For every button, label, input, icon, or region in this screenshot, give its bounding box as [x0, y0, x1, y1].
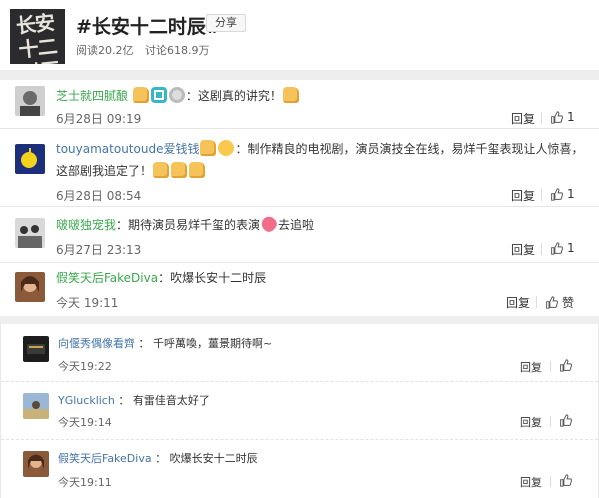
comment-list-primary: 芝士就四腻酿 ：这剧真的讲究！ 6月28日 09:19 回复 1 touyama…: [0, 80, 599, 316]
reply-button[interactable]: 回复: [511, 110, 535, 127]
comment-body: 吹爆长安十二时辰: [169, 452, 258, 465]
comment-text: 假笑天后FakeDiva：吹爆长安十二时辰: [56, 267, 266, 289]
topic-title[interactable]: #长安十二时辰#: [76, 12, 222, 39]
like-count: 1: [567, 187, 575, 201]
comment-text: 假笑天后FakeDiva ： 吹爆长安十二时辰: [58, 452, 258, 465]
like-button[interactable]: 1: [550, 241, 575, 255]
camera-emoji: [150, 87, 167, 103]
comment-username[interactable]: 啵啵独宠我: [56, 218, 116, 232]
comment-username[interactable]: touyamatoutoude爱钱钱: [56, 142, 199, 156]
avatar[interactable]: [15, 144, 45, 174]
comment-text: 啵啵独宠我：期待演员易烊千玺的表演 去追啦: [56, 213, 315, 236]
comment-item: 向偃秀偶像看齊 ： 千呼萬喚，薑景期待啊~ 今天19:22 回复: [1, 324, 598, 382]
comment-text: YGlucklich ： 有雷佳音太好了: [58, 394, 210, 407]
divider: [541, 189, 542, 201]
avatar[interactable]: [23, 336, 49, 362]
topic-header: 长安十二时辰 #长安十二时辰# 分享 阅读20.2亿 讨论618.9万: [0, 0, 599, 70]
like-button[interactable]: 1: [550, 187, 575, 201]
reply-button[interactable]: 回复: [511, 187, 535, 204]
comment-body-cont: 去追啦: [278, 218, 315, 232]
reply-button[interactable]: 回复: [520, 474, 542, 490]
avatar[interactable]: [15, 272, 45, 302]
ring-emoji: [168, 87, 185, 103]
comment-text: 向偃秀偶像看齊 ： 千呼萬喚，薑景期待啊~: [58, 337, 273, 350]
thumb-up-icon[interactable]: [559, 414, 572, 427]
comment-item: 啵啵独宠我：期待演员易烊千玺的表演 去追啦 6月27日 23:13 回复 1: [0, 208, 599, 263]
comment-body: 有雷佳音太好了: [132, 394, 210, 407]
comment-text: touyamatoutoude爱钱钱 ：制作精良的电视剧，演员演技全在线，易烊千玺…: [56, 138, 583, 182]
thumb-emoji: [132, 87, 149, 103]
thumb-emoji: [171, 162, 188, 178]
comment-item: 芝士就四腻酿 ：这剧真的讲究！ 6月28日 09:19 回复 1: [0, 80, 599, 129]
comment-time: 今天19:22: [58, 360, 112, 373]
comment-item: touyamatoutoude爱钱钱 ：制作精良的电视剧，演员演技全在线，易烊千玺…: [0, 130, 599, 207]
divider: [550, 476, 551, 487]
thumb-emoji: [189, 162, 206, 178]
comment-time: 今天 19:11: [56, 296, 119, 310]
like-button[interactable]: 赞: [545, 294, 574, 311]
divider: [541, 112, 542, 124]
thumb-emoji: [200, 140, 217, 156]
topic-stats: 阅读20.2亿 讨论618.9万: [76, 42, 210, 58]
comment-username[interactable]: 假笑天后FakeDiva: [58, 452, 152, 465]
thumb-emoji: [282, 87, 299, 103]
sunglasses-emoji: [218, 140, 235, 156]
thumb-up-icon: [551, 110, 563, 124]
discussion-count: 讨论618.9万: [145, 44, 210, 57]
avatar[interactable]: [23, 393, 49, 419]
reply-button[interactable]: 回复: [511, 241, 535, 258]
read-count: 阅读20.2亿: [76, 44, 134, 57]
avatar[interactable]: [15, 86, 45, 116]
comment-time: 今天19:14: [58, 416, 112, 429]
comment-username[interactable]: 假笑天后FakeDiva: [56, 271, 158, 285]
thumb-emoji: [153, 162, 170, 178]
section-gap: [0, 316, 599, 324]
reply-button[interactable]: 回复: [520, 359, 542, 375]
comment-text: 芝士就四腻酿 ：这剧真的讲究！: [56, 85, 300, 107]
comment-list-secondary: 向偃秀偶像看齊 ： 千呼萬喚，薑景期待啊~ 今天19:22 回复 YGluckl…: [0, 324, 599, 498]
topic-cover-image[interactable]: 长安十二时辰: [10, 9, 65, 64]
divider: [550, 361, 551, 372]
reply-button[interactable]: 回复: [506, 294, 530, 311]
thumb-up-icon: [551, 187, 563, 201]
comment-username[interactable]: 芝士就四腻酿: [56, 89, 128, 103]
section-gap: [0, 70, 599, 80]
comment-time: 6月27日 23:13: [56, 243, 142, 257]
thumb-up-icon[interactable]: [559, 474, 572, 487]
comment-item: 假笑天后FakeDiva：吹爆长安十二时辰 今天 19:11 回复 赞: [0, 264, 599, 316]
like-count: 1: [567, 110, 575, 124]
share-button[interactable]: 分享: [206, 14, 246, 32]
comment-body: 千呼萬喚，薑景期待啊~: [153, 337, 273, 350]
comment-item: 假笑天后FakeDiva ： 吹爆长安十二时辰 今天19:11 回复: [1, 441, 598, 498]
comment-item: YGlucklich ： 有雷佳音太好了 今天19:14 回复: [1, 383, 598, 440]
comment-username[interactable]: YGlucklich: [58, 394, 115, 407]
heart-emoji: [258, 213, 280, 235]
divider: [550, 416, 551, 427]
thumb-up-icon[interactable]: [559, 359, 572, 372]
comment-username[interactable]: 向偃秀偶像看齊: [58, 337, 135, 350]
comment-body-cont: 这部剧我追定了！: [56, 164, 153, 178]
thumb-up-icon: [546, 296, 558, 309]
comment-body: ：制作精良的电视剧，演员演技全在线，易烊千玺表现让人惊喜，: [235, 142, 584, 156]
like-count: 1: [567, 241, 575, 255]
like-label: 赞: [562, 296, 575, 310]
comment-body: ：期待演员易烊千玺的表演: [116, 218, 261, 232]
comment-body: ：这剧真的讲究！: [185, 89, 282, 103]
thumb-up-icon: [551, 241, 563, 255]
avatar[interactable]: [23, 451, 49, 477]
reply-button[interactable]: 回复: [520, 414, 542, 430]
comment-body: ：吹爆长安十二时辰: [158, 271, 267, 285]
like-button[interactable]: 1: [550, 110, 575, 124]
cover-calligraphy: 长安十二时辰: [14, 10, 60, 64]
comment-time: 6月28日 08:54: [56, 189, 142, 203]
divider: [536, 296, 537, 308]
avatar[interactable]: [15, 218, 45, 248]
comment-time: 6月28日 09:19: [56, 112, 142, 126]
divider: [541, 243, 542, 255]
comment-time: 今天19:11: [58, 476, 112, 489]
